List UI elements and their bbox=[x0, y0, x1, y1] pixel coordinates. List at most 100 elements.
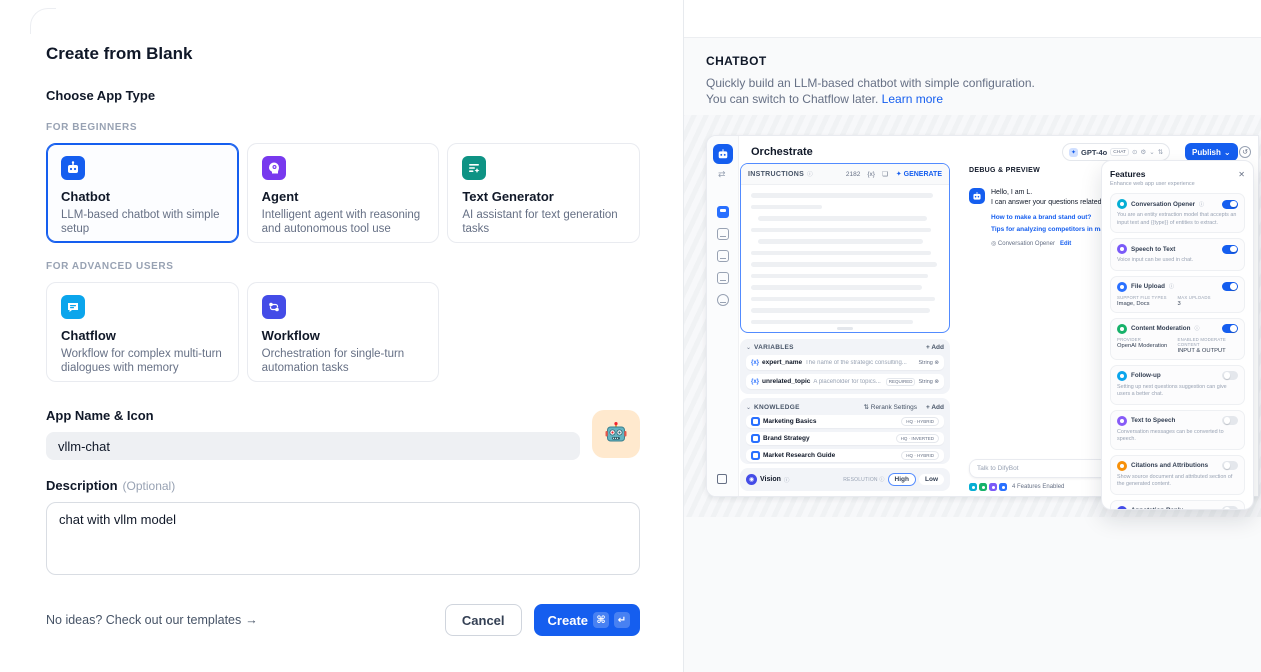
mock-knowledge-row: Brand Strategy HQ · INVERTED bbox=[746, 432, 944, 445]
app-icon-picker[interactable] bbox=[592, 410, 640, 458]
feature-item-follow-up: Follow-up Setting up next questions sugg… bbox=[1110, 365, 1245, 405]
mock-lock-icon: ⊙ bbox=[1132, 148, 1137, 156]
mock-nav-orchestrate-icon bbox=[717, 206, 729, 218]
app-type-desc: LLM-based chatbot with simple setup bbox=[61, 208, 224, 236]
toggle-on bbox=[1222, 324, 1238, 333]
mock-copy-icon: ❏ bbox=[882, 170, 888, 178]
app-type-desc: Intelligent agent with reasoning and aut… bbox=[262, 208, 425, 236]
cancel-button[interactable]: Cancel bbox=[445, 604, 522, 636]
modal-corner bbox=[30, 8, 56, 34]
feature-item-file-upload: File Upload ⓘ SUPPORT FILE TYPESImage, D… bbox=[1110, 276, 1245, 313]
mock-publish-button: Publish⌄ bbox=[1185, 143, 1238, 161]
app-type-card-text-generator[interactable]: Text Generator AI assistant for text gen… bbox=[447, 143, 640, 243]
mock-variable-row: {x} expert_name The name of the strategi… bbox=[746, 355, 944, 370]
mock-info-icon: ⓘ bbox=[807, 170, 813, 178]
toggle-off bbox=[1222, 506, 1238, 510]
document-icon bbox=[751, 434, 760, 443]
mock-app-icon bbox=[713, 144, 733, 164]
mock-instructions-panel: INSTRUCTIONS ⓘ 2182 {x} ❏ ✦ GENERATE bbox=[740, 163, 950, 333]
mock-gear-icon: ⚙ bbox=[1140, 148, 1146, 156]
mock-sidebar: ⇄ bbox=[707, 136, 739, 496]
toggle-on bbox=[1222, 245, 1238, 254]
mock-bot-avatar bbox=[969, 188, 985, 204]
app-type-card-agent[interactable]: Agent Intelligent agent with reasoning a… bbox=[247, 143, 440, 243]
description-label: Description bbox=[46, 478, 118, 494]
toggle-on bbox=[1222, 200, 1238, 209]
mock-features-panel: Features ✕ Enhance web app user experien… bbox=[1101, 160, 1254, 510]
agent-icon bbox=[262, 156, 286, 180]
mock-variables-section: ⌄ VARIABLES + Add {x} expert_name The na… bbox=[740, 339, 950, 394]
app-type-card-chatflow[interactable]: Chatflow Workflow for complex multi-turn… bbox=[46, 282, 239, 382]
app-type-card-workflow[interactable]: Workflow Orchestration for single-turn a… bbox=[247, 282, 440, 382]
close-icon: ✕ bbox=[1238, 170, 1245, 179]
text-generator-icon bbox=[462, 156, 486, 180]
arrow-right-icon: → bbox=[245, 613, 258, 627]
mock-nav-logs-icon bbox=[717, 250, 729, 262]
conversation-opener-icon bbox=[1117, 199, 1127, 209]
mock-vision-row: ◉ Vision ⓘ RESOLUTION ⓘ High Low bbox=[740, 468, 950, 491]
create-button[interactable]: Create ⌘ ↵ bbox=[534, 604, 640, 636]
mock-model-selector: ✦ GPT-4o CHAT ⊙ ⚙ ⌄ ⇅ bbox=[1062, 143, 1170, 161]
create-app-modal: Create from Blank Choose App Type FOR BE… bbox=[0, 0, 1261, 672]
toggle-off bbox=[1222, 461, 1238, 470]
mock-variable-icon: {x} bbox=[867, 171, 875, 178]
app-type-label: Chatbot bbox=[61, 189, 224, 205]
mock-resolution-low: Low bbox=[919, 474, 944, 485]
toggle-on bbox=[1222, 282, 1238, 291]
app-type-card-chatbot[interactable]: Chatbot LLM-based chatbot with simple se… bbox=[46, 143, 239, 243]
robot-emoji-icon bbox=[603, 421, 629, 447]
feature-dot-icon bbox=[979, 483, 987, 491]
app-type-desc: Workflow for complex multi-turn dialogue… bbox=[61, 347, 224, 375]
chatflow-icon bbox=[61, 295, 85, 319]
mock-rerank-settings: ⇅ Rerank Settings bbox=[863, 403, 917, 411]
mock-generate-button: ✦ GENERATE bbox=[896, 170, 942, 178]
enter-key-icon: ↵ bbox=[614, 612, 630, 628]
description-textarea[interactable] bbox=[46, 502, 640, 575]
page-title: Create from Blank bbox=[46, 44, 640, 64]
choose-app-type-label: Choose App Type bbox=[46, 88, 640, 104]
app-name-input[interactable] bbox=[46, 432, 580, 460]
moderation-icon bbox=[1117, 324, 1127, 334]
feature-item-content-moderation: Content Moderation ⓘ PROVIDEROpenAI Mode… bbox=[1110, 318, 1245, 360]
mock-nav-notes-icon bbox=[717, 272, 729, 284]
microphone-icon bbox=[1117, 244, 1127, 254]
mock-debug-title: DEBUG & PREVIEW bbox=[969, 167, 1040, 174]
advanced-cards: Chatflow Workflow for complex multi-turn… bbox=[46, 282, 640, 382]
mock-add-knowledge: + Add bbox=[926, 404, 944, 411]
mock-orchestrate-title: Orchestrate bbox=[751, 146, 813, 158]
app-type-label: Chatflow bbox=[61, 328, 224, 344]
learn-more-link[interactable]: Learn more bbox=[882, 92, 943, 106]
feature-item-conversation-opener: Conversation Opener ⓘ You are an entity … bbox=[1110, 193, 1245, 233]
app-type-desc: AI assistant for text generation tasks bbox=[462, 208, 625, 236]
for-advanced-label: FOR ADVANCED USERS bbox=[46, 261, 640, 273]
mock-variable-row: {x} unrelated_topic A placeholder for to… bbox=[746, 374, 944, 389]
cmd-key-icon: ⌘ bbox=[593, 612, 609, 628]
document-icon bbox=[751, 417, 760, 426]
annotation-reply-icon bbox=[1117, 506, 1127, 511]
feature-dot-icon bbox=[969, 483, 977, 491]
app-type-label: Text Generator bbox=[462, 189, 625, 205]
mock-collapse-icon bbox=[717, 474, 727, 484]
mock-resolution-high: High bbox=[888, 473, 916, 486]
text-to-speech-icon bbox=[1117, 416, 1127, 426]
mock-history-icon: ↺ bbox=[1239, 146, 1251, 158]
preview-stage: ⇄ Orchestrate ✦ GPT-4o CHAT ⊙ bbox=[684, 115, 1261, 517]
chatbot-icon bbox=[61, 156, 85, 180]
mock-tune-icon: ⇅ bbox=[1158, 148, 1163, 156]
file-upload-icon bbox=[1117, 282, 1127, 292]
feature-dot-icon bbox=[999, 483, 1007, 491]
app-name-label: App Name & Icon bbox=[46, 408, 640, 424]
templates-link[interactable]: No ideas? Check out our templates→ bbox=[46, 613, 258, 627]
app-type-label: Agent bbox=[262, 189, 425, 205]
citations-icon bbox=[1117, 461, 1127, 471]
app-type-desc: Orchestration for single-turn automation… bbox=[262, 347, 425, 375]
feature-dot-icon bbox=[989, 483, 997, 491]
follow-up-icon bbox=[1117, 371, 1127, 381]
preview-panel: CHATBOT Quickly build an LLM-based chatb… bbox=[683, 0, 1261, 672]
mock-nav-image-icon bbox=[717, 228, 729, 240]
toggle-off bbox=[1222, 416, 1238, 425]
preview-heading: CHATBOT bbox=[706, 54, 1239, 68]
mock-knowledge-row: Marketing Basics HQ · HYBRID bbox=[746, 415, 944, 428]
mock-edit-link: Edit bbox=[1060, 241, 1071, 247]
chevron-down-icon: ⌄ bbox=[746, 344, 751, 351]
